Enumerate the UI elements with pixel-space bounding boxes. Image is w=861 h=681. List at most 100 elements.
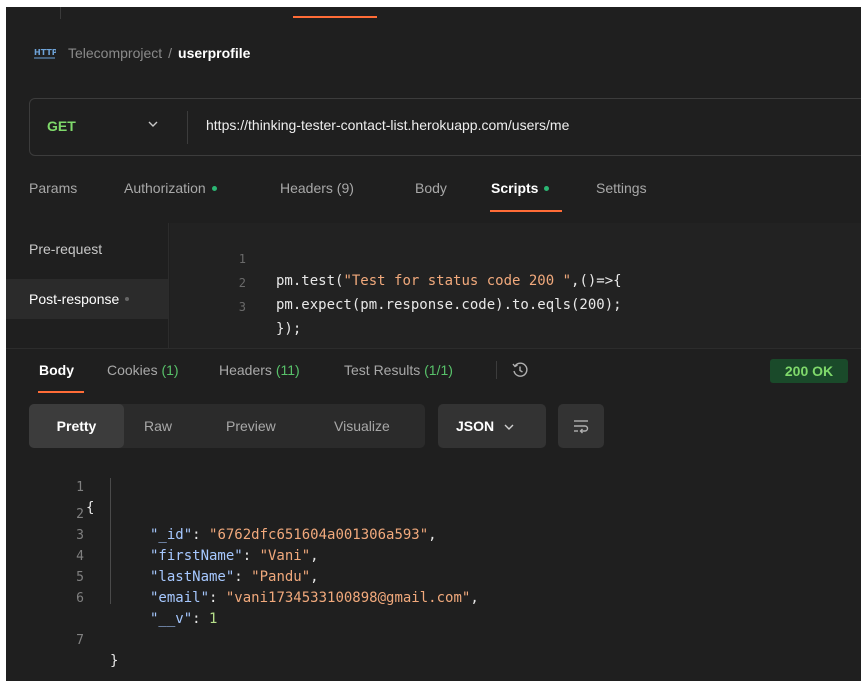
response-tab-body[interactable]: Body: [39, 362, 74, 378]
status-dot-icon: [211, 185, 217, 191]
sidebar-divider: [168, 223, 169, 348]
code-line: 4 "lastName": "Pandu",: [6, 525, 318, 585]
code-token: pm.test(: [276, 273, 344, 289]
code-line: 6 "__v": 1: [6, 567, 217, 627]
sidebar-item-label: Post-response: [29, 291, 120, 307]
chevron-down-icon[interactable]: [148, 119, 158, 131]
code-line: 5 "email": "vani1734533100898@gmail.com"…: [6, 546, 479, 606]
tab-label: Headers: [219, 362, 272, 378]
json-punct: ,: [310, 569, 319, 585]
tab-label: Cookies: [107, 362, 158, 378]
wrap-icon: [572, 417, 590, 440]
view-preview[interactable]: Preview: [226, 404, 276, 448]
code-line: 3 "firstName": "Vani",: [6, 504, 318, 564]
svg-text:HTTP: HTTP: [34, 48, 56, 57]
json-value: "vani1734533100898@gmail.com": [225, 590, 471, 606]
postman-window: HTTP Telecomproject / userprofile GET ht…: [0, 0, 861, 681]
history-icon[interactable]: [511, 361, 529, 379]
response-tab-headers[interactable]: Headers (11): [219, 362, 300, 378]
script-editor[interactable]: 1 pm.test("Test for status code 200 ",()…: [170, 223, 861, 348]
response-tab-cookies[interactable]: Cookies (1): [107, 362, 179, 378]
indent-guide: [110, 478, 111, 604]
code-text: "email": "vani1734533100898@gmail.com",: [150, 590, 479, 606]
line-number: 3: [76, 528, 84, 543]
json-key: "lastName": [150, 569, 235, 585]
tab-divider: [496, 361, 497, 379]
line-number: 6: [76, 591, 84, 606]
url-input[interactable]: https://thinking-tester-contact-list.her…: [206, 117, 569, 133]
tab-body[interactable]: Body: [415, 180, 447, 196]
status-badge[interactable]: 200 OK: [770, 359, 848, 383]
wrap-lines-button[interactable]: [558, 404, 604, 448]
response-tab-test-results[interactable]: Test Results (1/1): [344, 362, 453, 378]
view-mode-selector: Pretty Raw Preview Visualize: [29, 404, 425, 448]
tab-headers[interactable]: Headers (9): [280, 180, 354, 196]
sidebar-item-pre-request[interactable]: Pre-request: [6, 229, 169, 269]
code-text: "_id": "6762dfc651604a001306a593",: [150, 527, 437, 543]
count-badge: (1): [161, 362, 179, 378]
tab-scripts[interactable]: Scripts: [491, 180, 550, 196]
code-text: pm.test("Test for status code 200 ",()=>…: [276, 270, 622, 292]
request-name[interactable]: userprofile: [178, 45, 250, 61]
page-border-top: [0, 0, 861, 7]
json-punct: ,: [470, 590, 479, 606]
scripts-sidebar: Pre-request Post-response: [6, 223, 169, 348]
code-line: 1 pm.test("Test for status code 200 ",()…: [170, 226, 622, 289]
code-text: "firstName": "Vani",: [150, 548, 319, 564]
tab-authorization[interactable]: Authorization: [124, 180, 217, 196]
count-badge: (1/1): [424, 362, 453, 378]
format-select[interactable]: JSON: [438, 404, 546, 448]
json-value: "Pandu": [251, 569, 311, 585]
view-visualize[interactable]: Visualize: [334, 404, 390, 448]
active-tab-underline: [490, 210, 562, 212]
tab-settings[interactable]: Settings: [596, 180, 647, 196]
code-token: ,()=>{: [571, 273, 622, 289]
json-value: 1: [209, 611, 218, 627]
line-number: 2: [238, 276, 246, 290]
view-raw[interactable]: Raw: [144, 404, 172, 448]
json-value: "Vani": [259, 548, 311, 564]
http-icon: HTTP: [34, 46, 58, 60]
json-punct: ,: [428, 527, 437, 543]
code-text: {: [86, 500, 95, 516]
line-number: 2: [76, 507, 84, 522]
line-number: 5: [76, 570, 84, 585]
code-string: "Test for status code 200 ": [343, 273, 572, 289]
tab-params[interactable]: Params: [29, 180, 77, 196]
active-tab-indicator: [293, 16, 377, 18]
url-divider: [187, 111, 188, 144]
json-punct: ,: [310, 548, 319, 564]
json-key: "firstName": [150, 548, 243, 564]
url-bar: GET https://thinking-tester-contact-list…: [29, 98, 861, 156]
code-text: }: [110, 653, 119, 669]
code-text: "lastName": "Pandu",: [150, 569, 319, 585]
json-key: "email": [150, 590, 210, 606]
sidebar-item-post-response[interactable]: Post-response: [6, 279, 169, 319]
code-line: 1 {: [6, 456, 94, 516]
tab-label: Test Results: [344, 362, 421, 378]
json-key: "__v": [150, 611, 193, 627]
code-text: });: [276, 321, 302, 337]
response-divider: [6, 348, 861, 349]
method-select[interactable]: GET: [47, 118, 76, 134]
line-number: 7: [76, 633, 84, 648]
format-label: JSON: [456, 418, 495, 434]
chevron-down-icon: [504, 422, 514, 434]
tab-divider: [60, 7, 61, 19]
status-dot-icon: [544, 185, 550, 191]
code-line: 7 }: [6, 609, 118, 669]
response-body[interactable]: 1 { 2 "_id": "6762dfc651604a001306a593",…: [6, 456, 861, 669]
line-number: 1: [76, 480, 84, 495]
line-number: 3: [238, 300, 246, 314]
page-border-left: [0, 0, 6, 681]
json-key: "_id": [150, 527, 193, 543]
code-text: pm.expect(pm.response.code).to.eqls(200)…: [276, 297, 622, 313]
active-tab-underline: [38, 391, 84, 393]
code-line: 2 pm.expect(pm.response.code).to.eqls(20…: [170, 250, 622, 313]
breadcrumb-project[interactable]: Telecomproject: [68, 45, 162, 61]
tab-label: Scripts: [491, 180, 539, 196]
breadcrumb-separator: /: [168, 45, 173, 61]
code-text: "__v": 1: [150, 611, 218, 627]
status-dot-icon: [125, 297, 130, 302]
view-pretty[interactable]: Pretty: [29, 404, 124, 448]
